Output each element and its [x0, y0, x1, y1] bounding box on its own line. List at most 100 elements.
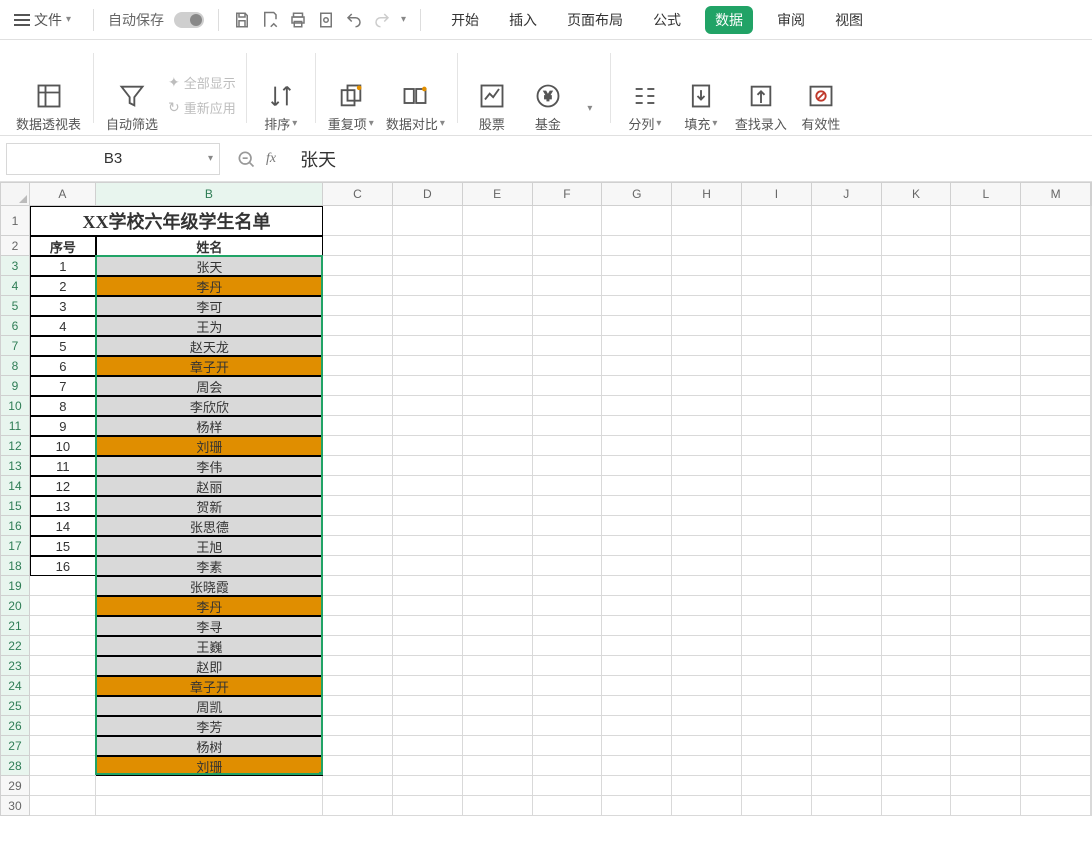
cell-name[interactable]: 李欣欣 — [96, 396, 323, 416]
cell[interactable] — [393, 796, 463, 816]
cell-name[interactable]: 王巍 — [96, 636, 323, 656]
cell[interactable] — [742, 316, 812, 336]
cell[interactable] — [393, 716, 463, 736]
cell[interactable] — [1021, 596, 1091, 616]
cell[interactable] — [812, 396, 882, 416]
cell[interactable] — [393, 356, 463, 376]
cell[interactable] — [1021, 776, 1091, 796]
pivot-table-button[interactable]: 数据透视表 — [14, 55, 83, 135]
cell[interactable] — [463, 256, 533, 276]
cell[interactable] — [812, 636, 882, 656]
cell[interactable] — [602, 756, 672, 776]
cell[interactable] — [463, 536, 533, 556]
cell[interactable] — [742, 496, 812, 516]
cell[interactable] — [393, 236, 463, 256]
cell[interactable] — [812, 756, 882, 776]
cell[interactable] — [393, 336, 463, 356]
formula-input[interactable]: 张天 — [292, 143, 1086, 175]
col-header-E[interactable]: E — [463, 182, 533, 206]
cell[interactable] — [672, 516, 742, 536]
cell[interactable] — [951, 516, 1021, 536]
save-icon[interactable] — [233, 11, 251, 29]
cell[interactable] — [533, 576, 603, 596]
cell[interactable] — [951, 656, 1021, 676]
cell[interactable] — [672, 316, 742, 336]
cell[interactable] — [1021, 396, 1091, 416]
cell[interactable] — [463, 376, 533, 396]
cell[interactable] — [393, 596, 463, 616]
tab-插入[interactable]: 插入 — [503, 6, 543, 34]
cell[interactable] — [882, 206, 952, 236]
cell[interactable] — [742, 596, 812, 616]
cell[interactable] — [1021, 356, 1091, 376]
cell[interactable] — [672, 656, 742, 676]
col-header-G[interactable]: G — [602, 182, 672, 206]
cell[interactable] — [951, 296, 1021, 316]
cell[interactable] — [463, 316, 533, 336]
cell[interactable] — [812, 616, 882, 636]
cell[interactable] — [393, 736, 463, 756]
cell-name[interactable]: 李伟 — [96, 456, 323, 476]
cell[interactable] — [882, 316, 952, 336]
cell[interactable] — [951, 476, 1021, 496]
cell[interactable] — [602, 736, 672, 756]
tab-页面布局[interactable]: 页面布局 — [561, 6, 629, 34]
row-header[interactable]: 29 — [0, 776, 30, 796]
cell[interactable] — [1021, 616, 1091, 636]
cell[interactable] — [1021, 316, 1091, 336]
cell[interactable] — [812, 576, 882, 596]
cell[interactable] — [951, 236, 1021, 256]
cell[interactable] — [812, 736, 882, 756]
cell[interactable] — [742, 656, 812, 676]
cell[interactable] — [602, 396, 672, 416]
cell[interactable] — [602, 636, 672, 656]
cell[interactable] — [323, 436, 393, 456]
cell[interactable] — [882, 576, 952, 596]
cell[interactable] — [882, 656, 952, 676]
cell[interactable] — [951, 636, 1021, 656]
cell[interactable] — [882, 256, 952, 276]
row-header[interactable]: 25 — [0, 696, 30, 716]
cell[interactable] — [882, 776, 952, 796]
cell[interactable] — [672, 476, 742, 496]
cell[interactable] — [602, 716, 672, 736]
cell[interactable] — [393, 556, 463, 576]
cell[interactable] — [533, 516, 603, 536]
cell[interactable] — [1021, 756, 1091, 776]
cell-name[interactable]: 赵天龙 — [96, 336, 323, 356]
cell[interactable] — [323, 776, 393, 796]
cell[interactable] — [951, 376, 1021, 396]
tab-审阅[interactable]: 审阅 — [771, 6, 811, 34]
cell[interactable] — [602, 236, 672, 256]
cell[interactable] — [533, 456, 603, 476]
tab-视图[interactable]: 视图 — [829, 6, 869, 34]
cell[interactable] — [742, 376, 812, 396]
cell[interactable] — [602, 416, 672, 436]
col-header-M[interactable]: M — [1021, 182, 1091, 206]
cell[interactable] — [812, 336, 882, 356]
cell-seq[interactable] — [30, 736, 96, 756]
cell-name[interactable]: 章子开 — [96, 676, 323, 696]
cell[interactable] — [323, 736, 393, 756]
cell[interactable] — [1021, 336, 1091, 356]
cell[interactable] — [393, 496, 463, 516]
cell[interactable] — [951, 206, 1021, 236]
cell[interactable] — [882, 736, 952, 756]
cell[interactable] — [882, 456, 952, 476]
cell[interactable] — [951, 676, 1021, 696]
cell[interactable] — [533, 206, 603, 236]
cell[interactable] — [882, 476, 952, 496]
cell[interactable] — [812, 206, 882, 236]
cell[interactable] — [393, 676, 463, 696]
col-header-H[interactable]: H — [672, 182, 742, 206]
cell[interactable] — [1021, 716, 1091, 736]
row-header[interactable]: 14 — [0, 476, 30, 496]
cell[interactable] — [672, 436, 742, 456]
cell[interactable] — [882, 696, 952, 716]
col-header-L[interactable]: L — [951, 182, 1021, 206]
cell[interactable] — [812, 676, 882, 696]
cell[interactable] — [812, 796, 882, 816]
cell[interactable] — [1021, 576, 1091, 596]
cell[interactable] — [533, 736, 603, 756]
row-header[interactable]: 27 — [0, 736, 30, 756]
